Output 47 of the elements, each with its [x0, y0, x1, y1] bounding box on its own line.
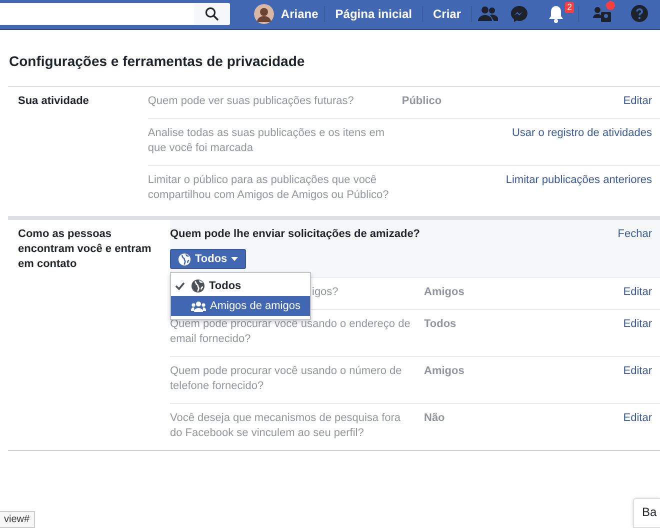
edit-link[interactable]: Editar [623, 95, 652, 107]
edit-link[interactable]: Editar [623, 318, 652, 330]
globe-icon [178, 252, 191, 266]
setting-value: Amigos [424, 286, 464, 298]
setting-question: Quem pode ver suas publicações futuras? [148, 95, 354, 107]
edit-link[interactable]: Editar [623, 286, 652, 298]
messenger-icon[interactable] [510, 4, 528, 22]
edit-link[interactable]: Limitar publicações anteriores [506, 174, 652, 186]
close-link[interactable]: Fechar [618, 228, 652, 240]
search-button[interactable] [194, 2, 230, 24]
help-icon[interactable] [631, 5, 648, 22]
profile-link[interactable]: Ariane [248, 4, 324, 24]
nav-link[interactable]: Página inicial [325, 6, 422, 20]
setting-question: Quem pode procurar você usando o número de telefone fornecido? [170, 365, 402, 392]
section-label: Como as pessoas encontram você e entram em contato [17, 227, 152, 272]
audience-dropdown[interactable]: Todos [170, 249, 246, 269]
setting-question: Limitar o público para as publicações que você compartilhou com Amigos de Amigos ou Público? [148, 174, 389, 201]
friends-icon [191, 300, 206, 312]
section-label: Sua atividade [17, 94, 90, 109]
notification-badge: 2 [564, 2, 574, 12]
setting-question: Quem pode lhe enviar solicitações de amizade? [170, 228, 420, 240]
setting-value: Amigos [424, 365, 464, 377]
check-icon [175, 282, 185, 290]
menu-item[interactable]: Amigos de amigos [171, 296, 310, 316]
page-title: Configurações e ferramentas de privacidade [9, 53, 306, 69]
search-icon [205, 6, 219, 20]
setting-value: Todos [424, 318, 456, 330]
edit-link[interactable]: Editar [623, 412, 652, 424]
setting-question: Você deseja que mecanismos de pesquisa fora do Facebook se vinculem ao seu perfil? [170, 412, 401, 439]
setting-question: Quem pode procurar você usando o endereço de email fornecido? [170, 318, 410, 345]
status-url: view# [0, 511, 35, 528]
setting-question: igos? [312, 286, 338, 298]
avatar-icon [254, 4, 274, 24]
edit-link[interactable]: Editar [623, 365, 652, 377]
chat-tab[interactable]: Ba [633, 498, 660, 528]
menu-item[interactable]: Todos [171, 276, 310, 296]
edit-link[interactable]: Usar o registro de atividades [512, 127, 652, 139]
bell-icon[interactable] [548, 4, 564, 22]
friend-requests-icon[interactable] [593, 6, 611, 22]
globe-icon [191, 279, 205, 293]
friends-icon[interactable] [478, 6, 498, 22]
search-field[interactable] [0, 2, 230, 24]
setting-value: Público [402, 95, 442, 107]
caret-icon [231, 257, 238, 261]
setting-question: Analise todas as suas publicações e os itens em que você foi marcada [148, 127, 384, 154]
setting-value: Não [424, 412, 445, 424]
nav-link[interactable]: Criar [422, 6, 471, 20]
